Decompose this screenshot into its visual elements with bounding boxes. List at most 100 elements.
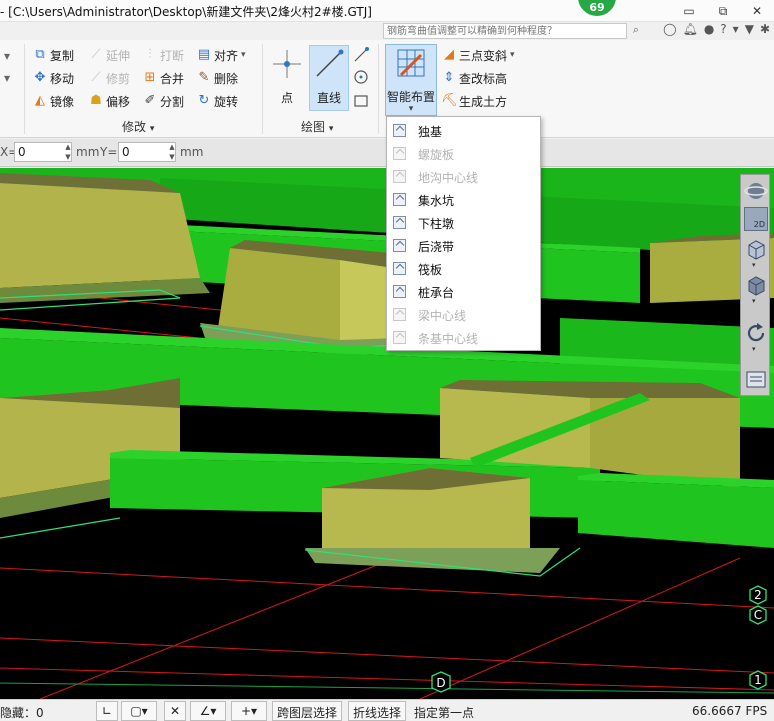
line-icon [316,49,344,77]
ribbon-left-arrow[interactable]: ▾ [4,46,10,66]
align-button[interactable]: ▤ 对齐 ▾ [196,45,246,65]
break-button[interactable]: ⫶ 打断 [142,45,184,65]
3d-solid-view-icon[interactable] [744,273,768,297]
help-question-icon[interactable]: ? [720,22,726,36]
shirt-icon[interactable]: ▼ [745,22,754,36]
chevron-down-icon[interactable]: ▾ [752,297,756,305]
snap-mode-icon[interactable]: ▢▾ [121,701,157,721]
restore-button[interactable]: ⧉ [706,0,740,22]
dropdown-item-isolated-footing[interactable]: 独基 [387,119,540,142]
group-separator [262,44,263,134]
dropdown-item-trench-centerline[interactable]: 地沟中心线 [387,165,540,188]
footing [0,183,200,288]
polyline-icon[interactable] [352,46,370,64]
extend-icon: ⟋ [91,47,101,62]
chevron-down-icon[interactable]: ▾ [752,345,756,353]
angle-icon[interactable]: ∠▾ [190,701,226,721]
point-button[interactable]: 点 [268,46,306,110]
close-button[interactable]: ✕ [740,0,774,22]
help-search-input[interactable] [383,23,627,39]
2d-view-button[interactable]: 2D [744,207,768,231]
delete-button[interactable]: ✎ 删除 [196,68,238,88]
copy-button[interactable]: ⧉ 复制 [32,45,74,65]
cross-icon[interactable]: ✕ [164,701,186,721]
polyline-select-button[interactable]: 折线选择 [348,701,407,721]
mirror-icon: ◭ [35,93,45,108]
component-icon [393,308,406,321]
modify-group-label[interactable]: 修改 ▾ [122,118,154,135]
smart-layout-button[interactable]: 智能布置 ▾ [385,44,437,116]
search-icon[interactable]: ⌕ [628,23,644,39]
split-button[interactable]: ✐ 分割 [142,91,184,111]
earthwork-icon: ⛏ [441,93,458,108]
chevron-down-icon: ▾ [328,124,334,134]
grid-line [0,637,774,674]
orbit-icon[interactable] [744,179,768,203]
user-icon[interactable]: ◯ [663,22,676,36]
move-button[interactable]: ✥ 移动 [32,68,74,88]
y-label: Y= [100,145,118,159]
component-icon [393,262,406,275]
chevron-down-icon[interactable]: ▾ [752,261,756,269]
y-unit: mm [180,145,204,159]
dropdown-item-sump-pit[interactable]: 集水坑 [387,188,540,211]
cross-layer-select-button[interactable]: 跨图层选择 [272,701,343,721]
grid-line [419,557,741,699]
notification-badge[interactable]: 69 [576,0,618,18]
ortho-icon[interactable]: ∟ [96,701,118,721]
window-title: - [C:\Users\Administrator\Desktop\新建文件夹\… [0,5,372,19]
rotate-button[interactable]: ↻ 旋转 [196,91,238,111]
rotate-view-icon[interactable] [744,321,768,345]
three-point-slope-button[interactable]: ◢ 三点变斜 ▾ [441,45,515,65]
fps-readout: 66.6667 FPS [692,704,768,718]
smart-layout-dropdown: 独基 螺旋板 地沟中心线 集水坑 下柱墩 后浇带 筏板 桩承台 梁中心线 条基中… [386,116,541,351]
status-bar: 隐藏：0 ∟ ▢▾ ✕ ∠▾ +▾ 跨图层选择 折线选择 指定第一点 66.66… [0,699,774,721]
dropdown-item-beam-centerline[interactable]: 梁中心线 [387,303,540,326]
component-icon [393,193,406,206]
component-icon [393,124,406,137]
grid-line [0,567,774,609]
rectangle-draw-icon[interactable] [352,92,370,110]
point-icon [273,50,301,78]
generate-earthwork-button[interactable]: ⛏ 生成土方 [441,91,507,111]
circle-draw-icon[interactable] [352,68,370,86]
dropdown-item-spiral-plate[interactable]: 螺旋板 [387,142,540,165]
grid-line [39,547,421,699]
dropdown-item-column-pier[interactable]: 下柱墩 [387,211,540,234]
offset-icon[interactable]: +▾ [231,701,267,721]
x-spinner[interactable]: ▲ ▼ [63,142,73,162]
mirror-button[interactable]: ◭ 镜像 [32,91,74,111]
dropdown-item-raft-slab[interactable]: 筏板 [387,257,540,280]
ribbon-left-arrow[interactable]: ▾ [4,68,10,88]
layer-view-icon[interactable] [744,367,768,391]
beam [578,480,774,548]
dropdown-item-pile-cap[interactable]: 桩承台 [387,280,540,303]
grid-line-green [0,682,774,694]
bell-icon[interactable]: 🔔︎ [683,22,698,36]
chevron-down-icon: ▾ [241,50,246,60]
grid-line [0,667,774,691]
chevron-down-icon[interactable]: ▾ [733,22,739,36]
chat-icon[interactable]: ● [704,22,714,36]
offset-button[interactable]: ☗ 偏移 [88,91,130,111]
eraser-icon: ✎ [198,70,210,85]
settings-icon[interactable]: ✱ [760,22,770,36]
dropdown-item-post-cast-strip[interactable]: 后浇带 [387,234,540,257]
dropdown-item-strip-footing-centerline[interactable]: 条基中心线 [387,326,540,349]
component-icon [393,285,406,298]
trim-icon: ⟋ [91,70,101,85]
offset-icon: ☗ [90,93,102,108]
axis-label-2: 2 [754,588,762,602]
minimize-button[interactable]: ▭ [672,0,706,22]
check-elevation-button[interactable]: ⇕ 查改标高 [441,68,507,88]
y-spinner[interactable]: ▲ ▼ [167,142,177,162]
extend-button[interactable]: ⟋ 延伸 [88,45,130,65]
3d-box-view-icon[interactable] [744,237,768,261]
footing-outline [0,517,121,539]
draw-group-label[interactable]: 绘图 ▾ [301,118,333,135]
break-icon: ⫶ [148,47,152,62]
move-icon: ✥ [34,70,46,85]
line-button[interactable]: 直线 [309,45,349,111]
trim-button[interactable]: ⟋ 修剪 [88,68,130,88]
merge-button[interactable]: ⊞ 合并 [142,68,184,88]
